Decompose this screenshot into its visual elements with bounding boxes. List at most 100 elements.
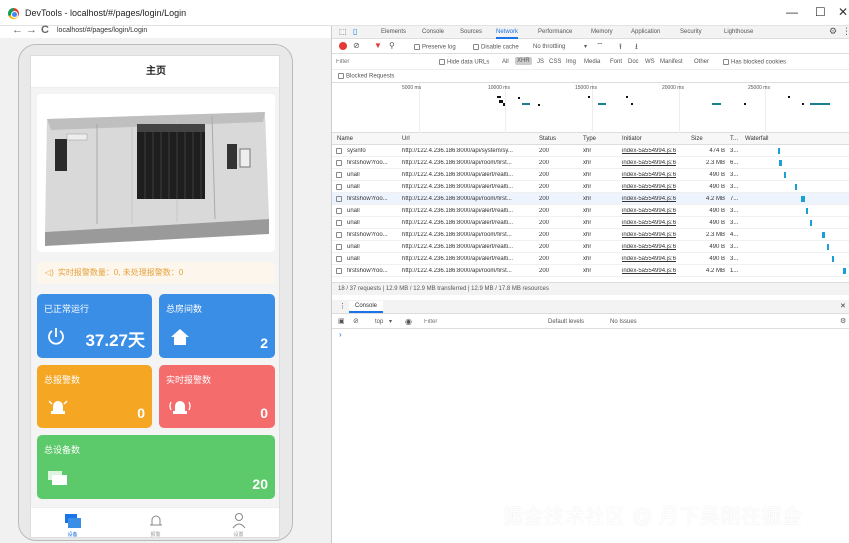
request-initiator[interactable]: index-5a554994.js:6	[622, 148, 676, 154]
context-select[interactable]: top	[375, 319, 383, 325]
chevron-down-icon[interactable]: ▾	[584, 43, 587, 50]
col-waterfall[interactable]: Waterfall	[745, 136, 768, 142]
search-icon[interactable]: ⚲	[389, 41, 395, 50]
filter-type-doc[interactable]: Doc	[628, 59, 639, 65]
throttling-select[interactable]: No throttling	[533, 44, 565, 50]
table-row[interactable]: unall http://122.4.236.186:8000/api/alert…	[332, 169, 849, 181]
request-initiator[interactable]: index-5a554994.js:6	[622, 256, 676, 262]
card-device-count[interactable]: 总设备数 20	[37, 435, 275, 499]
col-name[interactable]: Name	[337, 136, 353, 142]
drawer-tab-console[interactable]: Console	[349, 301, 384, 313]
filter-type-manifest[interactable]: Manifest	[660, 59, 683, 65]
request-initiator[interactable]: index-5a554994.js:6	[622, 196, 676, 202]
table-row[interactable]: unall http://122.4.236.186:8000/api/alert…	[332, 241, 849, 253]
reload-icon[interactable]: C	[41, 24, 49, 36]
alert-notice-bar[interactable]: ◁) 实时报警数量：0, 未处理报警数：0	[37, 262, 275, 284]
clear-console-icon[interactable]: ⊘	[353, 317, 359, 325]
table-row[interactable]: unall http://122.4.236.186:8000/api/alert…	[332, 181, 849, 193]
sidebar-toggle-icon[interactable]: ▣	[338, 317, 345, 325]
request-initiator[interactable]: index-5a554994.js:6	[622, 232, 676, 238]
clear-icon[interactable]: ⊘	[353, 41, 360, 50]
close-button[interactable]: ✕	[838, 5, 848, 19]
col-url[interactable]: Url	[402, 136, 410, 142]
log-levels-select[interactable]: Default levels	[548, 319, 584, 325]
col-type[interactable]: Type	[583, 136, 596, 142]
tab-performance[interactable]: Performance	[538, 27, 572, 39]
filter-type-all[interactable]: All	[502, 59, 509, 65]
tab-elements[interactable]: Elements	[381, 27, 406, 39]
request-initiator[interactable]: index-5a554994.js:6	[622, 172, 676, 178]
filter-input[interactable]	[336, 57, 431, 67]
console-filter-input[interactable]	[424, 317, 534, 327]
maximize-button[interactable]: ☐	[815, 5, 826, 19]
blocked-requests-checkbox[interactable]: Blocked Requests	[338, 73, 394, 80]
device-toggle-icon[interactable]: ▯	[353, 27, 357, 36]
table-row[interactable]: firstshow?roo... http://122.4.236.186:800…	[332, 193, 849, 205]
settings-gear-icon[interactable]: ⚙	[829, 26, 837, 37]
request-initiator[interactable]: index-5a554994.js:6	[622, 244, 676, 250]
col-time[interactable]: T...	[730, 136, 738, 142]
tab-devices[interactable]: 设备	[31, 508, 114, 537]
card-room-count[interactable]: 总房间数 2	[159, 294, 275, 358]
tab-lighthouse[interactable]: Lighthouse	[724, 27, 753, 39]
console-settings-icon[interactable]: ⚙	[840, 317, 846, 325]
table-row[interactable]: firstshow?roo... http://122.4.236.186:800…	[332, 265, 849, 277]
col-initiator[interactable]: Initiator	[622, 136, 642, 142]
request-initiator[interactable]: index-5a554994.js:6	[622, 184, 676, 190]
request-initiator[interactable]: index-5a554994.js:6	[622, 160, 676, 166]
table-row[interactable]: unall http://122.4.236.186:8000/api/alert…	[332, 205, 849, 217]
upload-icon[interactable]: ⭱	[619, 41, 622, 55]
filter-funnel-icon[interactable]: ▼	[374, 41, 382, 50]
issues-counter[interactable]: No Issues	[610, 319, 637, 325]
minimize-button[interactable]: —	[786, 5, 798, 19]
hide-data-urls-checkbox[interactable]: Hide data URLs	[439, 59, 489, 66]
context-chevron-icon[interactable]: ▾	[389, 318, 392, 325]
filter-type-xhr[interactable]: XHR	[515, 57, 532, 65]
address-bar[interactable]: localhost/#/pages/login/Login	[57, 27, 147, 34]
tab-memory[interactable]: Memory	[591, 27, 613, 39]
col-status[interactable]: Status	[539, 136, 556, 142]
inspect-icon[interactable]: ⬚	[339, 27, 347, 36]
tab-security[interactable]: Security	[680, 27, 702, 39]
card-total-alarms[interactable]: 总报警数 0	[37, 365, 152, 428]
tab-sources[interactable]: Sources	[460, 27, 482, 39]
request-initiator[interactable]: index-5a554994.js:6	[622, 268, 676, 274]
table-row[interactable]: firstshow?roo... http://122.4.236.186:800…	[332, 157, 849, 169]
filter-type-js[interactable]: JS	[537, 59, 544, 65]
filter-type-media[interactable]: Media	[584, 59, 600, 65]
card-realtime-alarms[interactable]: 实时报警数 0	[159, 365, 275, 428]
record-icon[interactable]	[339, 42, 347, 50]
request-initiator[interactable]: index-5a554994.js:6	[622, 220, 676, 226]
tab-console[interactable]: Console	[422, 27, 444, 39]
col-size[interactable]: Size	[691, 136, 703, 142]
filter-type-font[interactable]: Font	[610, 59, 622, 65]
request-initiator[interactable]: index-5a554994.js:6	[622, 208, 676, 214]
drawer-close-icon[interactable]: ✕	[840, 302, 846, 310]
table-row[interactable]: sysinfo http://122.4.236.186:8000/api/sys…	[332, 145, 849, 157]
tab-settings[interactable]: 设置	[197, 508, 279, 537]
forward-icon[interactable]: →	[26, 24, 37, 36]
download-icon[interactable]: ⭳	[635, 41, 638, 55]
filter-type-img[interactable]: Img	[566, 59, 576, 65]
console-prompt[interactable]: ›	[339, 330, 342, 339]
room-3d-view[interactable]	[37, 94, 275, 252]
eye-icon[interactable]: ◉	[405, 317, 412, 326]
filter-type-other[interactable]: Other	[694, 59, 709, 65]
more-menu-icon[interactable]: ⋮	[842, 26, 849, 37]
table-row[interactable]: unall http://122.4.236.186:8000/api/alert…	[332, 253, 849, 265]
tab-application[interactable]: Application	[631, 27, 660, 39]
table-row[interactable]: unall http://122.4.236.186:8000/api/alert…	[332, 217, 849, 229]
preserve-log-checkbox[interactable]: Preserve log	[414, 44, 456, 51]
wifi-icon[interactable]: ⌔	[596, 41, 604, 51]
tab-network[interactable]: Network	[496, 27, 519, 39]
tab-alarms[interactable]: 报警	[114, 508, 197, 537]
back-icon[interactable]: ←	[12, 24, 23, 36]
disable-cache-checkbox[interactable]: Disable cache	[473, 44, 519, 51]
filter-type-css[interactable]: CSS	[549, 59, 561, 65]
drawer-menu-icon[interactable]: ⋮	[339, 302, 346, 310]
card-uptime[interactable]: 已正常运行 37.27天	[37, 294, 152, 358]
blocked-cookies-checkbox[interactable]: Has blocked cookies	[723, 59, 786, 66]
filter-type-ws[interactable]: WS	[645, 59, 655, 65]
table-row[interactable]: firstshow?roo... http://122.4.236.186:800…	[332, 229, 849, 241]
network-overview[interactable]: 5000 ms 10000 ms 15000 ms 20000 ms 25000…	[332, 83, 849, 133]
